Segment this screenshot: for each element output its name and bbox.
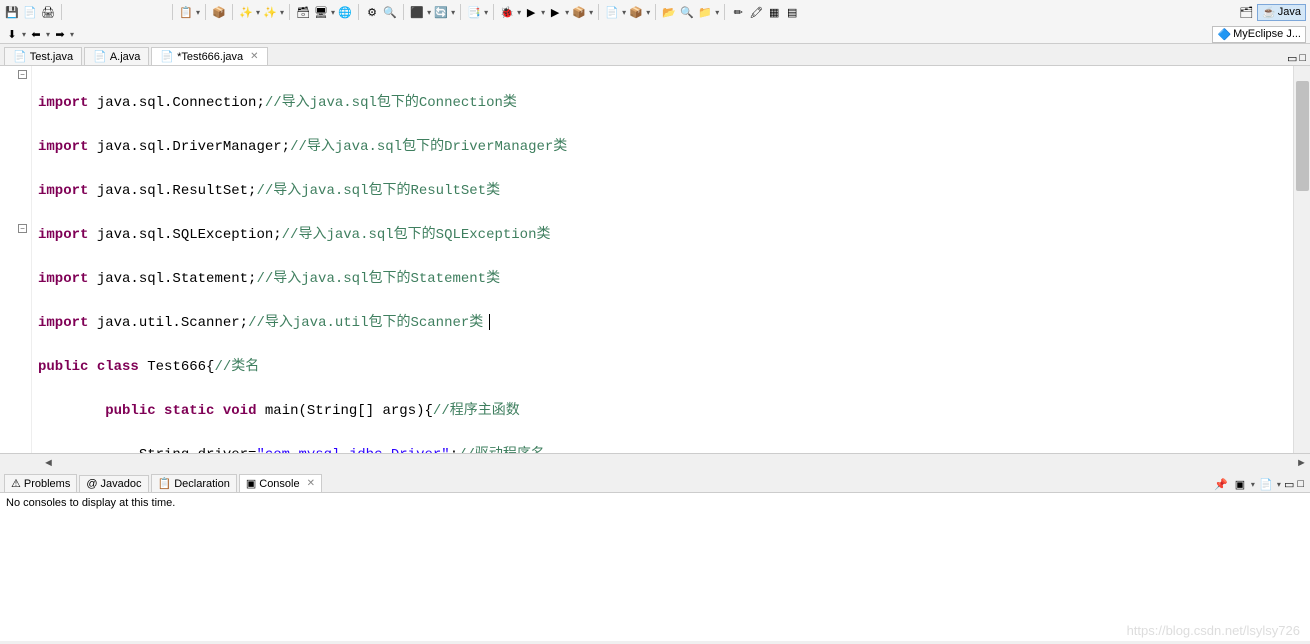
editor-tabs: 📄 Test.java 📄 A.java 📄 *Test666.java ✕ ▭… (0, 44, 1310, 66)
fold-marker-icon[interactable]: − (18, 70, 27, 79)
pin-console-icon[interactable]: 📌 (1213, 476, 1229, 492)
open-type-icon[interactable]: 📂 (661, 4, 677, 20)
java-perspective-button[interactable]: ☕ Java (1257, 4, 1306, 21)
javadoc-tab[interactable]: @ Javadoc (79, 475, 148, 492)
scrollbar-thumb[interactable] (1296, 81, 1309, 191)
tab-label: Declaration (174, 478, 230, 490)
editor-tab-active[interactable]: 📄 *Test666.java ✕ (151, 47, 267, 65)
tab-label: Test.java (30, 51, 73, 63)
display-console-icon[interactable]: ▣ (1232, 476, 1248, 492)
refresh-icon[interactable]: 🔄 (433, 4, 449, 20)
console-tab[interactable]: ▣ Console ✕ (239, 474, 322, 492)
layout2-icon[interactable]: ▤ (784, 4, 800, 20)
new-wizard-icon[interactable]: 📋 (178, 4, 194, 20)
open-perspective-icon[interactable]: 🗂 (1238, 4, 1254, 20)
toggle-icon[interactable]: ⬇ (4, 26, 20, 42)
new-package-icon[interactable]: 📦 (628, 4, 644, 20)
folder-open-icon[interactable]: 📁 (697, 4, 713, 20)
console-icon: ▣ (246, 477, 256, 490)
tab-label: Console (259, 478, 299, 490)
tab-label: Problems (24, 478, 70, 490)
tab-label: A.java (110, 51, 141, 63)
console-message: No consoles to display at this time. (6, 497, 175, 509)
watermark: https://blog.csdn.net/lsylsy726 (1127, 623, 1300, 638)
wand-icon[interactable]: ✨ (238, 4, 254, 20)
maximize-icon[interactable]: □ (1297, 478, 1304, 490)
editor-gutter: − − (0, 66, 32, 453)
close-icon[interactable]: ✕ (250, 51, 258, 62)
scroll-left-icon[interactable]: ◄ (40, 454, 57, 471)
minimize-icon[interactable]: ▭ (1287, 52, 1297, 65)
annotate-icon[interactable]: ✏ (730, 4, 746, 20)
myeclipse-perspective-button[interactable]: 🔷 MyEclipse J... (1212, 26, 1306, 43)
editor-tab[interactable]: 📄 A.java (84, 47, 149, 65)
print-icon[interactable]: 🖨 (40, 4, 56, 20)
horizontal-scrollbar[interactable]: ◄ ► (0, 454, 1310, 471)
code-editor[interactable]: − − import java.sql.Connection;//导入java.… (0, 66, 1310, 454)
problems-icon: ⚠ (11, 477, 21, 490)
java-file-icon: 📄 (160, 50, 174, 63)
minimize-icon[interactable]: ▭ (1284, 478, 1294, 491)
maximize-icon[interactable]: □ (1299, 52, 1306, 65)
save-all-icon[interactable]: 📄 (22, 4, 38, 20)
open-console-icon[interactable]: 📄 (1258, 476, 1274, 492)
package-icon[interactable]: 📦 (211, 4, 227, 20)
save-icon[interactable]: 💾 (4, 4, 20, 20)
code-content[interactable]: import java.sql.Connection;//导入java.sql包… (32, 66, 1293, 453)
declaration-tab[interactable]: 📋 Declaration (151, 474, 237, 492)
declaration-icon: 📋 (158, 477, 172, 490)
fold-marker-icon[interactable]: − (18, 224, 27, 233)
scroll-right-icon[interactable]: ► (1293, 454, 1310, 471)
run-ext-icon[interactable]: ▶ (547, 4, 563, 20)
javadoc-icon: @ (86, 478, 97, 490)
server-icon[interactable]: 🖥 (313, 4, 329, 20)
tab-label: Javadoc (101, 478, 142, 490)
forward-icon[interactable]: ➡ (52, 26, 68, 42)
highlight-icon[interactable]: 🖍 (748, 4, 764, 20)
package-run-icon[interactable]: 📦 (571, 4, 587, 20)
tab-label: *Test666.java (177, 51, 243, 63)
editor-tab[interactable]: 📄 Test.java (4, 47, 82, 65)
search-icon[interactable]: 🔍 (679, 4, 695, 20)
filter-icon[interactable]: 📑 (466, 4, 482, 20)
db-icon[interactable]: 🗃 (295, 4, 311, 20)
stop-icon[interactable]: ⬛ (409, 4, 425, 20)
new-class-icon[interactable]: 📄 (604, 4, 620, 20)
preview-icon[interactable]: 🔍 (382, 4, 398, 20)
layout1-icon[interactable]: ▦ (766, 4, 782, 20)
wand2-icon[interactable]: ✨ (262, 4, 278, 20)
globe-icon[interactable]: 🌐 (337, 4, 353, 20)
main-toolbar: 💾 📄 🖨 📋▾ 📦 ✨▾ ✨▾ 🗃 🖥▾ 🌐 ⚙ 🔍 ⬛▾ 🔄▾ 📑▾ 🐞▾ … (0, 0, 1310, 44)
back-icon[interactable]: ⬅ (28, 26, 44, 42)
run-icon[interactable]: ▶ (523, 4, 539, 20)
close-icon[interactable]: ✕ (307, 478, 315, 489)
java-file-icon: 📄 (13, 50, 27, 63)
console-area: No consoles to display at this time. (0, 493, 1310, 641)
debug-icon[interactable]: 🐞 (499, 4, 515, 20)
engine-icon[interactable]: ⚙ (364, 4, 380, 20)
java-file-icon: 📄 (93, 50, 107, 63)
problems-tab[interactable]: ⚠ Problems (4, 474, 77, 492)
vertical-scrollbar[interactable] (1293, 66, 1310, 453)
bottom-panel-tabs: ⚠ Problems @ Javadoc 📋 Declaration ▣ Con… (0, 471, 1310, 493)
